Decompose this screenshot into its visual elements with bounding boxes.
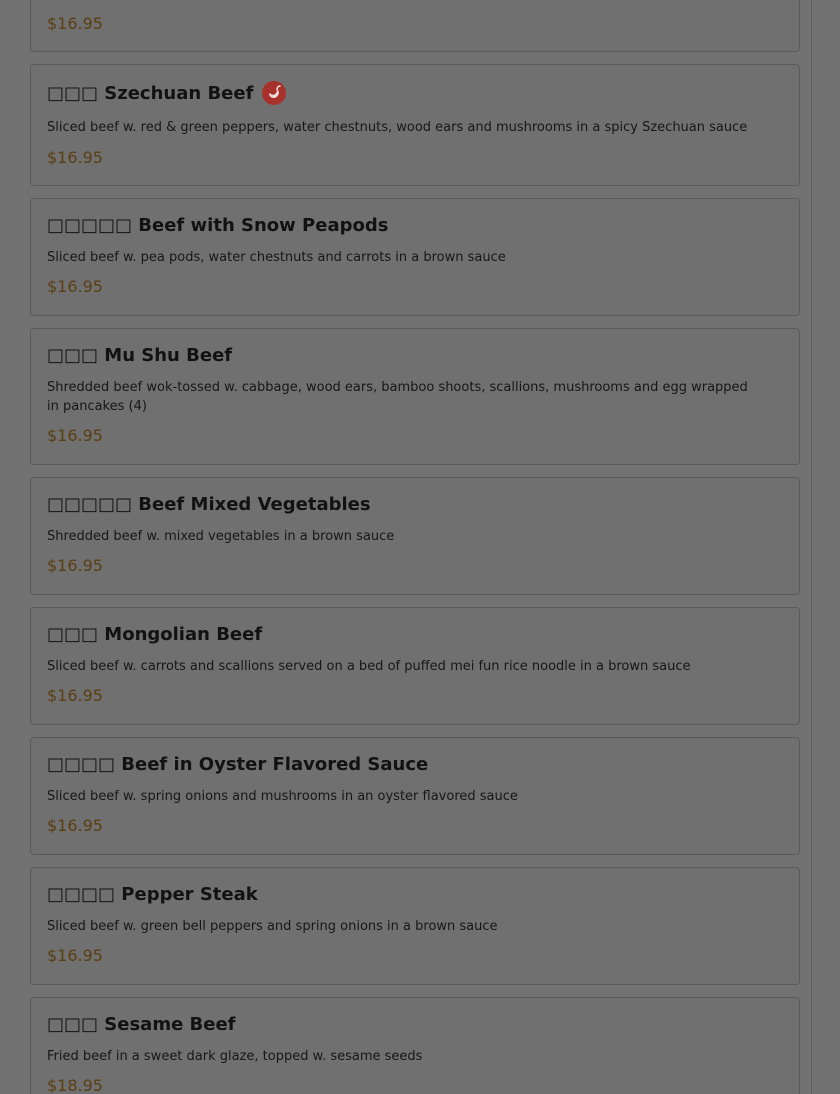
menu-item-card[interactable]: □□□ Mongolian Beef Sliced beef w. carrot… — [30, 607, 800, 725]
menu-page: $16.95 □□□ Szechuan Beef Sliced beef w. … — [0, 0, 840, 1094]
menu-item-title: □□□□□ Beef Mixed Vegetables — [47, 494, 371, 515]
menu-item-name: □□□□□ Beef Mixed Vegetables — [47, 494, 371, 515]
menu-item-card[interactable]: □□□□ Beef in Oyster Flavored Sauce Slice… — [30, 737, 800, 855]
menu-item-title: □□□ Mongolian Beef — [47, 624, 262, 645]
menu-item-title: □□□□ Beef in Oyster Flavored Sauce — [47, 754, 428, 775]
menu-item-price: $16.95 — [47, 426, 103, 445]
menu-item-name: □□□□□ Beef with Snow Peapods — [47, 215, 389, 236]
menu-item-description: Sliced beef w. carrots and scallions ser… — [47, 659, 691, 674]
menu-item-card[interactable]: □□□ Szechuan Beef Sliced beef w. red & g… — [30, 64, 800, 186]
menu-item-description: Sliced beef w. spring onions and mushroo… — [47, 789, 518, 804]
menu-item-description: Shredded beef w. mixed vegetables in a b… — [47, 529, 395, 544]
menu-item-card[interactable]: □□□ Sesame Beef Fried beef in a sweet da… — [30, 997, 800, 1094]
menu-item-price: $16.95 — [47, 277, 103, 296]
menu-item-price: $16.95 — [47, 556, 103, 575]
menu-item-title: □□□□□ Beef with Snow Peapods — [47, 215, 388, 236]
menu-item-description: Sliced beef w. green bell peppers and sp… — [47, 919, 498, 934]
menu-item-card[interactable]: □□□ Mu Shu Beef Shredded beef wok-tossed… — [30, 328, 800, 465]
menu-item-card[interactable]: □□□□□ Beef with Snow Peapods Sliced beef… — [30, 198, 800, 316]
menu-item-title: □□□□ Pepper Steak — [47, 884, 258, 905]
menu-item-description: Fried beef in a sweet dark glaze, topped… — [47, 1049, 423, 1064]
menu-item-card[interactable]: $16.95 — [30, 0, 800, 52]
menu-item-title: □□□ Sesame Beef — [47, 1014, 236, 1035]
menu-item-name: □□□□ Beef in Oyster Flavored Sauce — [47, 754, 429, 775]
menu-item-price: $16.95 — [47, 14, 103, 33]
menu-item-card[interactable]: □□□□ Pepper Steak Sliced beef w. green b… — [30, 867, 800, 985]
menu-item-name: □□□ Mongolian Beef — [47, 624, 263, 645]
menu-item-title: □□□ Szechuan Beef — [47, 81, 287, 105]
menu-item-price: $16.95 — [47, 148, 103, 167]
menu-item-description: Shredded beef wok-tossed w. cabbage, woo… — [47, 380, 748, 414]
menu-item-price: $16.95 — [47, 946, 103, 965]
menu-item-name: □□□ Sesame Beef — [47, 1014, 236, 1035]
chili-pepper-icon — [262, 81, 287, 105]
menu-item-price: $16.95 — [47, 686, 103, 705]
menu-item-price: $16.95 — [47, 816, 103, 835]
menu-item-description: Sliced beef w. red & green peppers, wate… — [47, 120, 748, 135]
menu-item-name: □□□□ Pepper Steak — [47, 884, 258, 905]
menu-item-card[interactable]: □□□□□ Beef Mixed Vegetables Shredded bee… — [30, 477, 800, 595]
menu-item-price: $18.95 — [47, 1076, 103, 1094]
menu-item-description: Sliced beef w. pea pods, water chestnuts… — [47, 250, 506, 265]
menu-item-name: □□□ Mu Shu Beef — [47, 345, 233, 366]
menu-item-list: $16.95 □□□ Szechuan Beef Sliced beef w. … — [30, 0, 800, 1094]
scrollbar[interactable] — [811, 0, 840, 1094]
menu-item-name: □□□ Szechuan Beef — [47, 82, 254, 104]
menu-item-title: □□□ Mu Shu Beef — [47, 345, 232, 366]
